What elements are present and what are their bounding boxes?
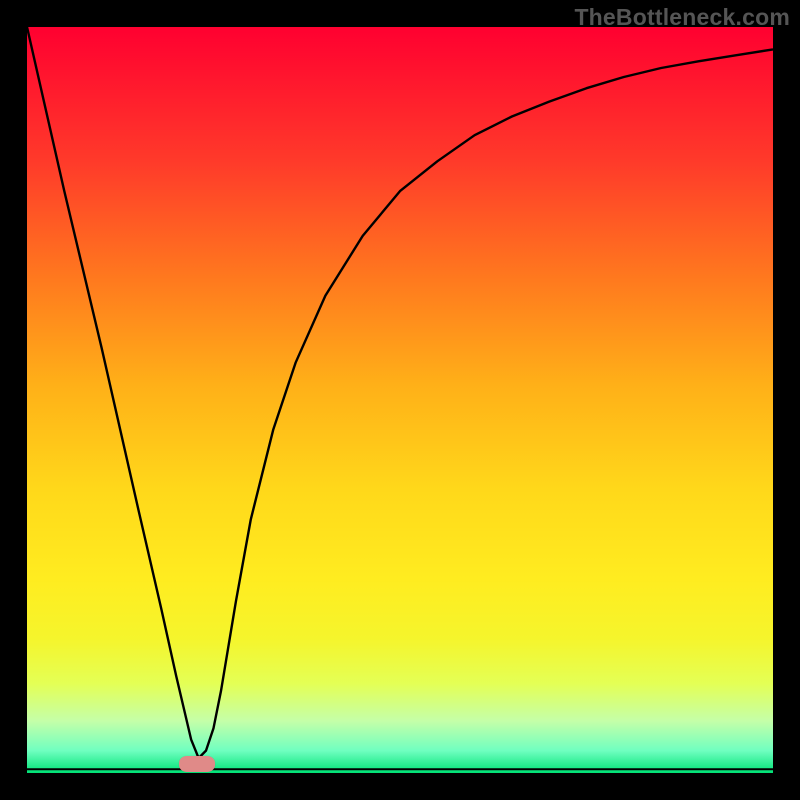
optimal-marker [179,756,215,772]
plot-area [27,27,773,773]
watermark-text: TheBottleneck.com [574,4,790,31]
chart-frame: TheBottleneck.com [0,0,800,800]
